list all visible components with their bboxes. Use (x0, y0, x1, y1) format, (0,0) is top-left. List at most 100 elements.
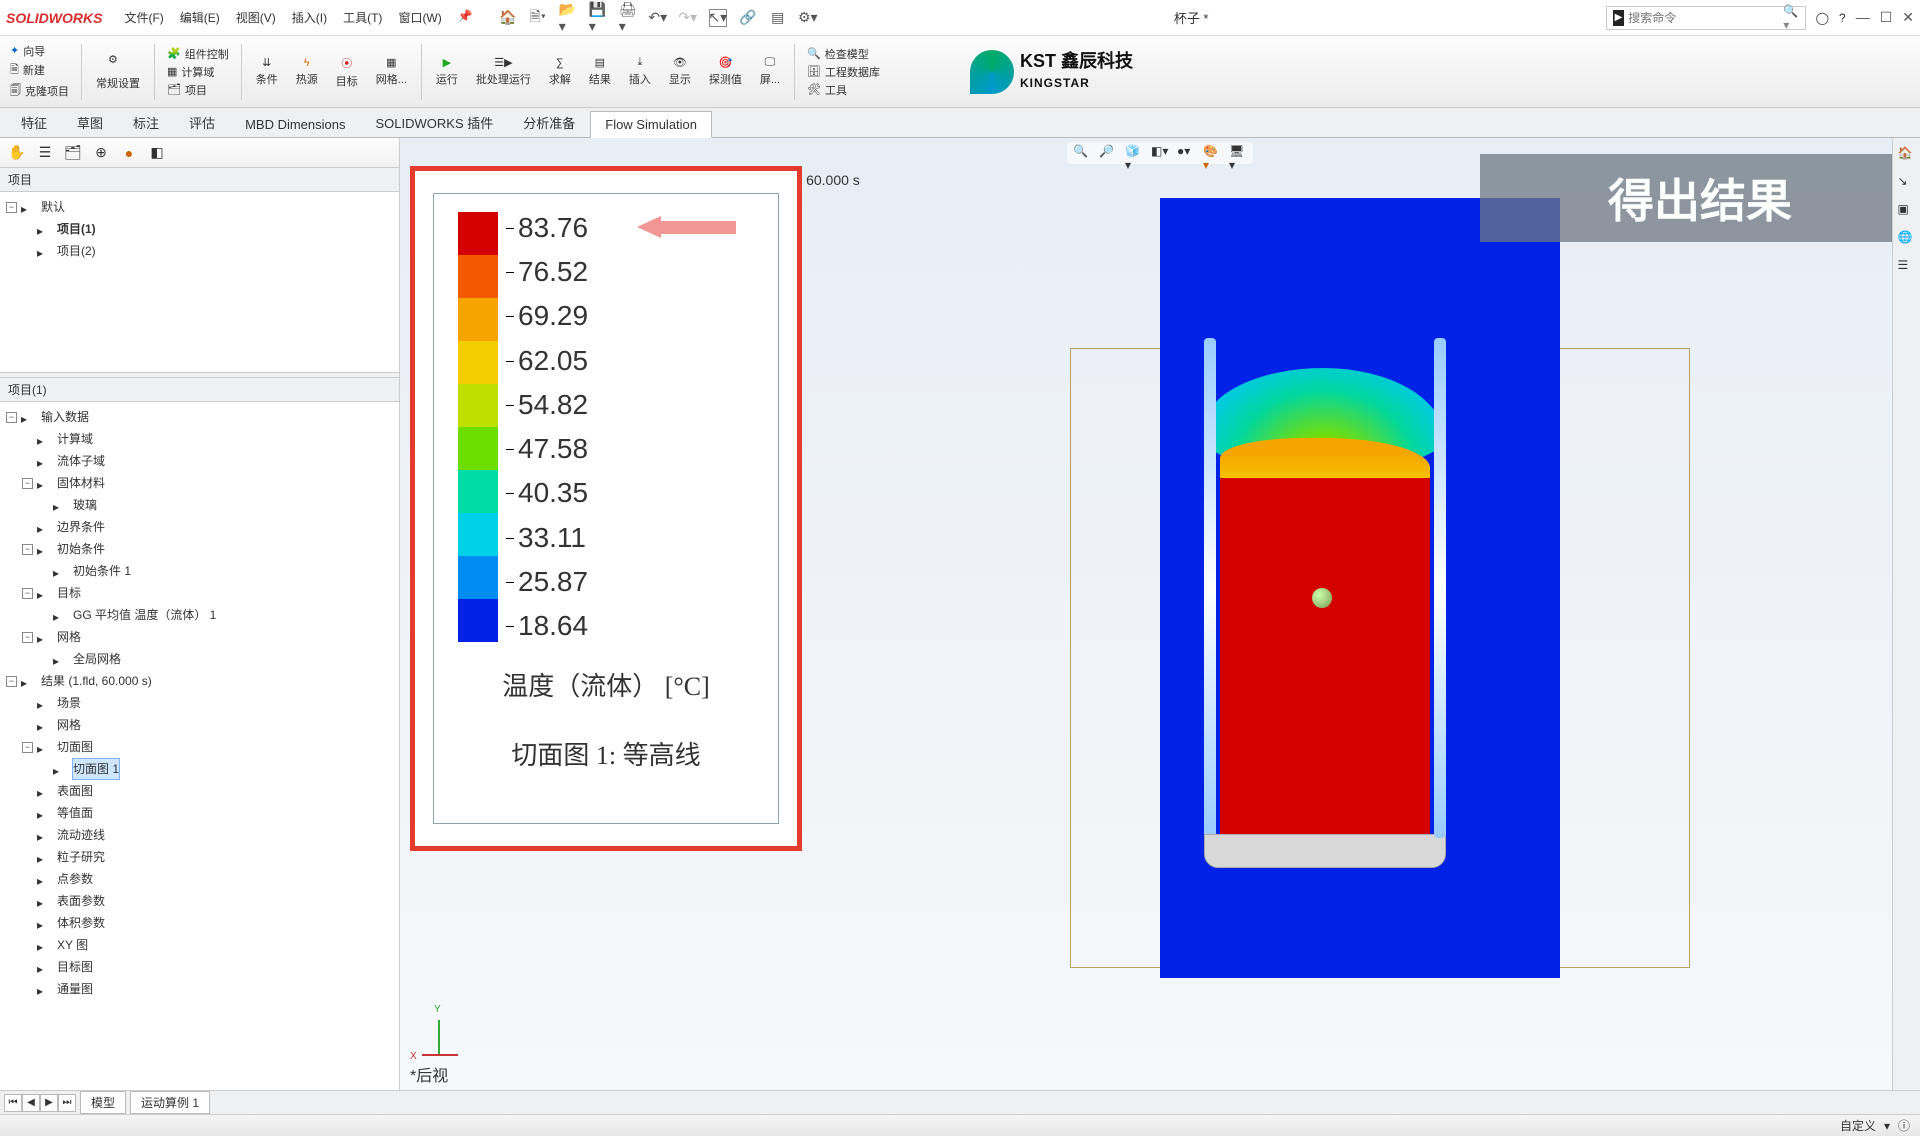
sheet-prev-icon[interactable]: ◀ (22, 1094, 40, 1112)
redo-icon[interactable]: ↷▾ (679, 9, 697, 27)
new-icon[interactable]: 🗎▾ (529, 9, 547, 27)
render-icon[interactable]: 🖥▾ (1229, 144, 1247, 162)
expand-icon[interactable]: − (22, 742, 33, 753)
analysis-tree[interactable]: −▸输入数据▸计算域▸流体子域−▸固体材料▸玻璃▸边界条件−▸初始条件▸初始条件… (0, 402, 399, 1090)
probe-button[interactable]: 🎯探测值 (703, 54, 748, 89)
display-style-icon[interactable]: ◧▾ (1151, 144, 1169, 162)
expand-icon[interactable]: − (22, 588, 33, 599)
sheet-next-icon[interactable]: ▶ (40, 1094, 58, 1112)
results-button[interactable]: ▤结果 (583, 54, 617, 89)
scene-icon[interactable]: ●▾ (1177, 144, 1195, 162)
insert-button[interactable]: ⤓插入 (623, 54, 657, 89)
clone-proj-button[interactable]: 🗐克隆项目 (10, 82, 69, 101)
list-icon[interactable]: ☰ (36, 144, 54, 162)
print-icon[interactable]: 🖨▾ (619, 9, 637, 27)
sheet-first-icon[interactable]: ⏮ (4, 1094, 22, 1112)
status-dropdown-icon[interactable]: ▾ (1884, 1119, 1890, 1133)
run-button[interactable]: ▶运行 (430, 54, 464, 89)
menu-view[interactable]: 视图(V) (230, 6, 282, 29)
minimize-button[interactable]: — (1856, 9, 1870, 26)
save-icon[interactable]: 💾▾ (589, 9, 607, 27)
tree-node[interactable]: ▸项目(2) (6, 240, 393, 262)
zoom-area-icon[interactable]: 🔎 (1099, 144, 1117, 162)
screen-button[interactable]: 🖵屏... (754, 54, 786, 89)
axis-triad[interactable]: YX (418, 1010, 468, 1060)
tab-model[interactable]: 模型 (80, 1091, 126, 1114)
hand-icon[interactable]: ✋ (8, 144, 26, 162)
tree-node[interactable]: ▸表面参数 (6, 890, 393, 912)
feature-tab[interactable]: 草图 (62, 107, 118, 137)
tree-node[interactable]: ▸初始条件 1 (6, 560, 393, 582)
rs-globe-icon[interactable]: 🌐 (1898, 230, 1916, 248)
cond-button[interactable]: ⇊条件 (250, 54, 284, 89)
expand-icon[interactable]: − (6, 202, 17, 213)
zoom-fit-icon[interactable]: 🔍 (1073, 144, 1091, 162)
menu-tools[interactable]: 工具(T) (337, 6, 388, 29)
goal-button[interactable]: ⦿目标 (330, 53, 364, 91)
sphere-icon[interactable]: ● (120, 144, 138, 162)
tree-node[interactable]: ▸网格 (6, 714, 393, 736)
tree-node[interactable]: ▸表面图 (6, 780, 393, 802)
new-proj-button[interactable]: 🗎新建 (10, 61, 69, 80)
help-icon[interactable]: ? (1839, 11, 1846, 25)
feature-tab[interactable]: 特征 (6, 107, 62, 137)
tree-node[interactable]: ▸玻璃 (6, 494, 393, 516)
select-icon[interactable]: ↖▾ (709, 9, 727, 27)
project-button[interactable]: 🗂项目 (167, 82, 229, 98)
user-icon[interactable]: ◯ (1816, 11, 1829, 25)
menu-insert[interactable]: 插入(I) (286, 6, 333, 29)
tree-node[interactable]: −▸目标 (6, 582, 393, 604)
search-dropdown-icon[interactable]: 🔍▾ (1783, 4, 1798, 32)
tree-node[interactable]: ▸XY 图 (6, 934, 393, 956)
search-input[interactable] (1628, 11, 1783, 25)
tree-node[interactable]: ▸边界条件 (6, 516, 393, 538)
tree-node[interactable]: −▸结果 (1.fld, 60.000 s) (6, 670, 393, 692)
tree-node[interactable]: −▸输入数据 (6, 406, 393, 428)
rs-home-icon[interactable]: 🏠 (1898, 146, 1916, 164)
viewport[interactable]: 🔍 🔎 🧊▾ ◧▾ ●▾ 🎨▾ 🖥▾ = 60.000 s 83.7676.52… (400, 138, 1920, 1090)
home-icon[interactable]: 🏠 (499, 9, 517, 27)
tree-node[interactable]: −▸网格 (6, 626, 393, 648)
tab-motion-study[interactable]: 运动算例 1 (130, 1091, 210, 1114)
menu-file[interactable]: 文件(F) (118, 6, 169, 29)
settings-icon[interactable]: ⚙▾ (799, 9, 817, 27)
tree-node[interactable]: −▸固体材料 (6, 472, 393, 494)
tree-node[interactable]: ▸目标图 (6, 956, 393, 978)
expand-icon[interactable]: − (22, 478, 33, 489)
expand-icon[interactable]: − (6, 412, 17, 423)
tree-node[interactable]: ▸点参数 (6, 868, 393, 890)
menu-window[interactable]: 窗口(W) (392, 6, 447, 29)
status-info-icon[interactable]: ⓘ (1898, 1117, 1910, 1134)
general-settings-button[interactable]: ⚙常规设置 (90, 51, 146, 93)
tree-node[interactable]: ▸等值面 (6, 802, 393, 824)
feature-tab[interactable]: 评估 (174, 107, 230, 137)
cube-icon[interactable]: ◧ (148, 144, 166, 162)
rs-arrow-icon[interactable]: ↘ (1898, 174, 1916, 192)
tree-node[interactable]: ▸切面图 1 (6, 758, 393, 780)
status-custom-label[interactable]: 自定义 (1840, 1117, 1876, 1134)
menu-pin-icon[interactable]: 📌 (452, 6, 479, 29)
tree-node[interactable]: ▸体积参数 (6, 912, 393, 934)
tree-node[interactable]: ▸场景 (6, 692, 393, 714)
expand-icon[interactable]: − (22, 544, 33, 555)
feature-tab[interactable]: Flow Simulation (590, 111, 712, 138)
feature-tab[interactable]: 分析准备 (508, 107, 590, 137)
rs-box-icon[interactable]: ▣ (1898, 202, 1916, 220)
solve-button[interactable]: ∑求解 (543, 55, 577, 89)
calc-domain-button[interactable]: ▦计算域 (167, 64, 229, 80)
heat-button[interactable]: ϟ热源 (290, 55, 324, 89)
tree-node[interactable]: ▸流动迹线 (6, 824, 393, 846)
appearance-icon[interactable]: 🎨▾ (1203, 144, 1221, 162)
expand-icon[interactable]: − (22, 632, 33, 643)
tree-node[interactable]: ▸通量图 (6, 978, 393, 1000)
target-icon[interactable]: ⊕ (92, 144, 110, 162)
component-ctrl-button[interactable]: 🧩组件控制 (167, 46, 229, 62)
feature-tab[interactable]: SOLIDWORKS 插件 (360, 107, 508, 137)
eng-db-button[interactable]: 🗄工程数据库 (807, 64, 880, 80)
undo-icon[interactable]: ↶▾ (649, 9, 667, 27)
show-button[interactable]: 👁显示 (663, 54, 697, 89)
mesh-button[interactable]: ▦网格... (370, 54, 413, 89)
open-icon[interactable]: 📂▾ (559, 9, 577, 27)
maximize-button[interactable]: ☐ (1880, 9, 1893, 26)
sheet-last-icon[interactable]: ⏭ (58, 1094, 76, 1112)
